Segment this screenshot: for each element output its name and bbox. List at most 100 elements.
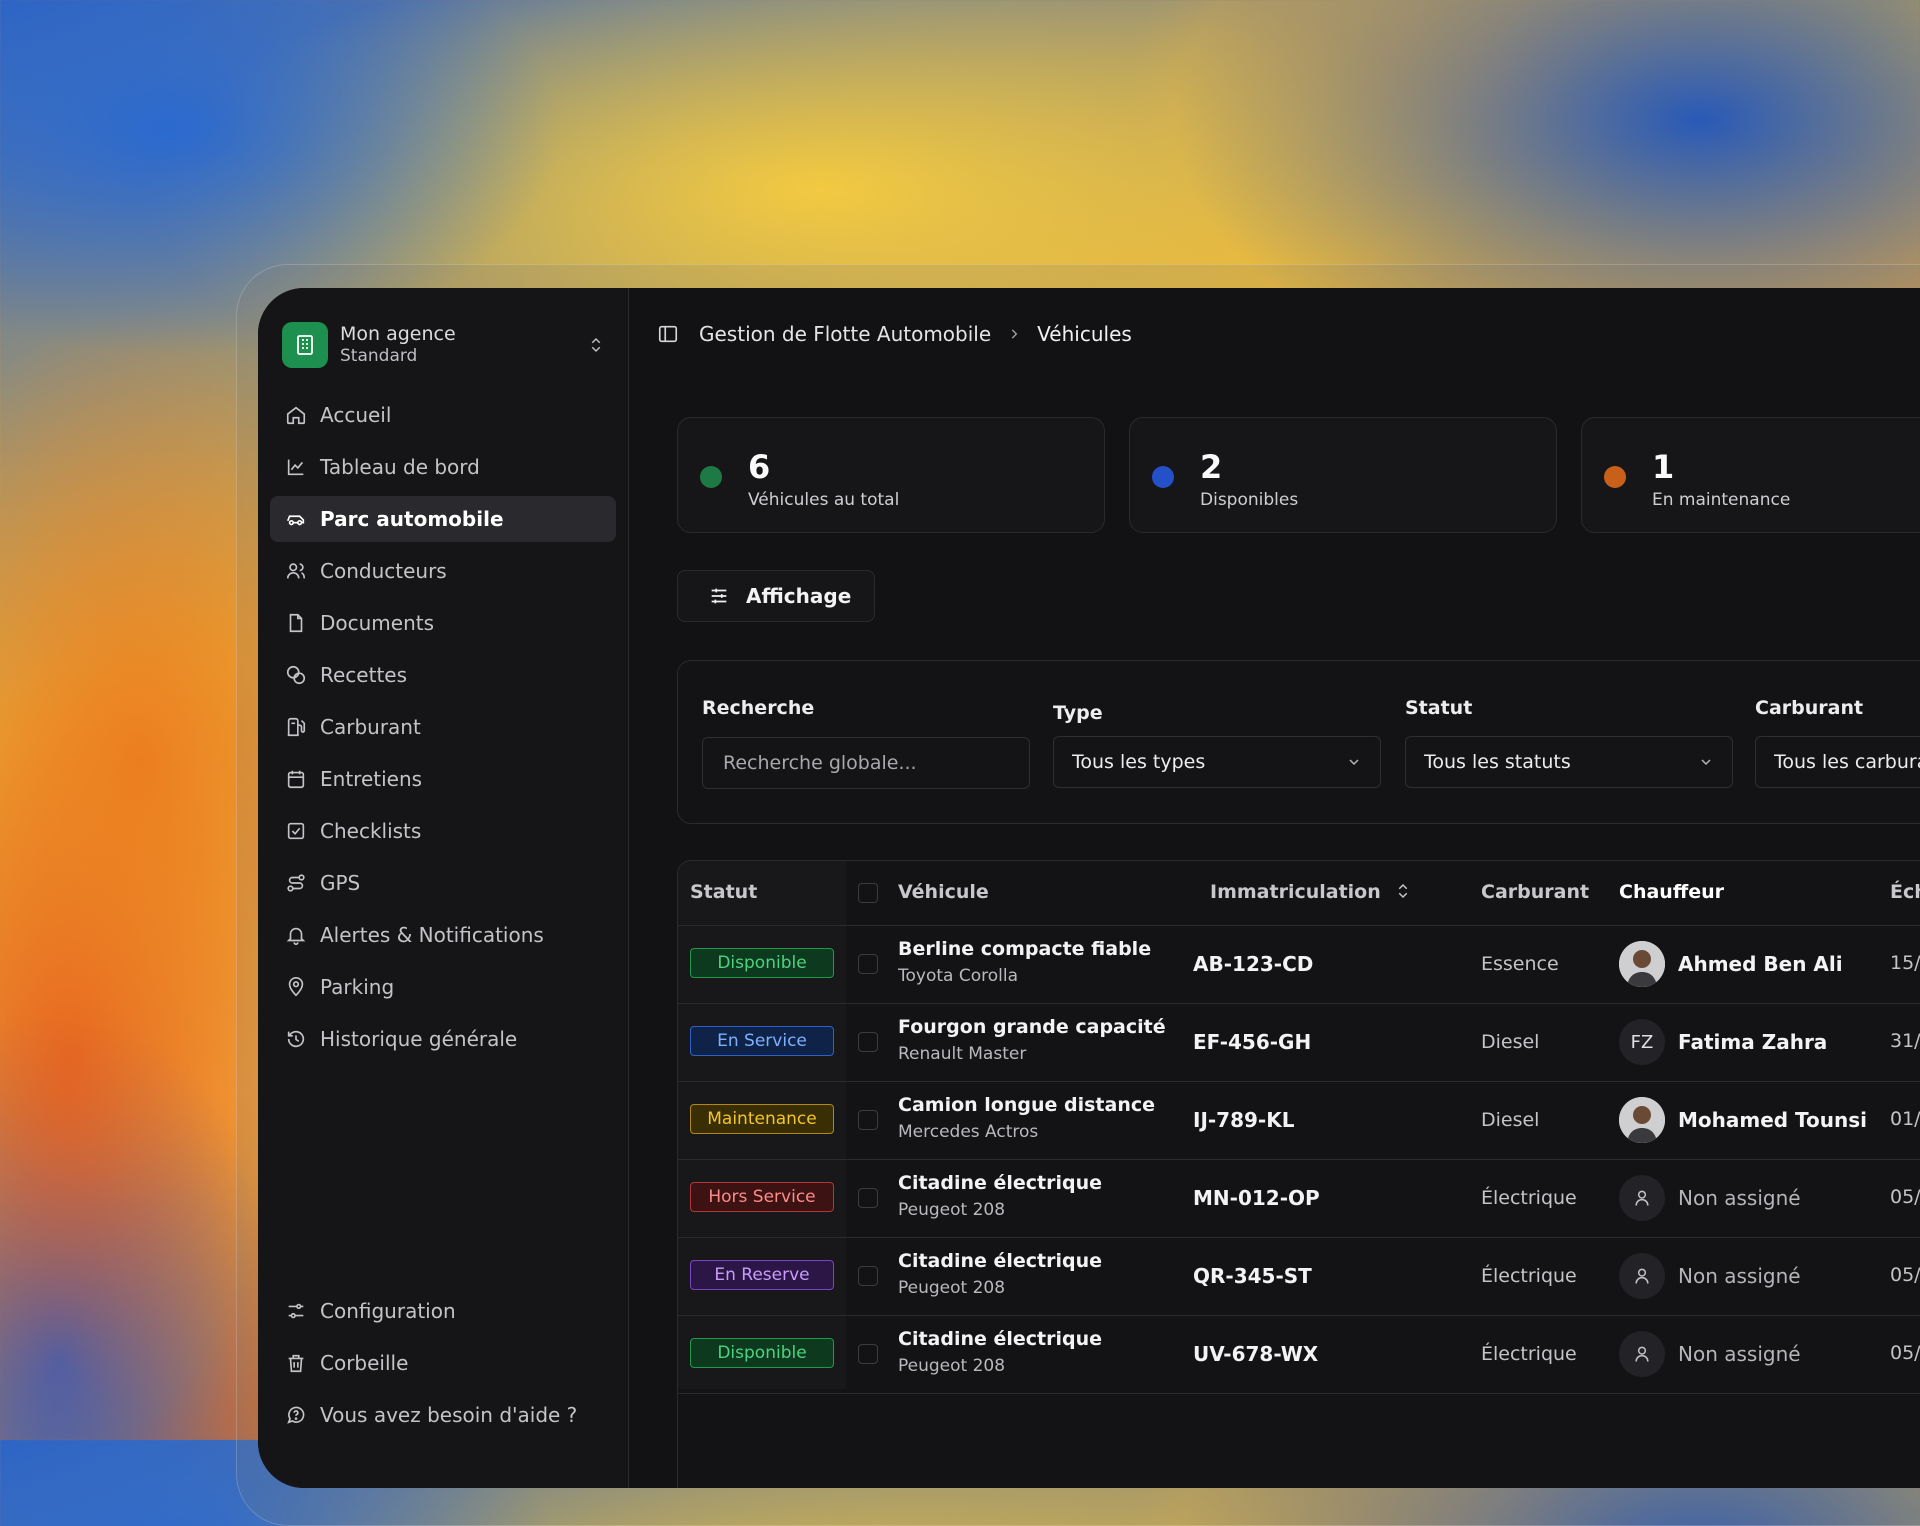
fuel-icon: [284, 715, 308, 739]
table-row[interactable]: Disponible Citadine électrique Peugeot 2…: [678, 1316, 1920, 1394]
driver-name[interactable]: Non assigné: [1678, 1342, 1801, 1366]
header-plate[interactable]: Immatriculation: [1210, 881, 1381, 903]
stat-value: 2: [1200, 448, 1223, 486]
row-checkbox[interactable]: [858, 1188, 878, 1208]
select-all-checkbox[interactable]: [858, 883, 878, 903]
status-label: Statut: [1405, 697, 1473, 719]
search-input[interactable]: [721, 751, 1011, 775]
sidebar-item-documents[interactable]: Documents: [270, 600, 616, 646]
display-options-button[interactable]: Affichage: [677, 570, 875, 622]
sidebar-item-label: Historique générale: [320, 1027, 518, 1051]
vehicle-plate: MN-012-OP: [1193, 1186, 1320, 1210]
sidebar-item-entretiens[interactable]: Entretiens: [270, 756, 616, 802]
row-checkbox[interactable]: [858, 954, 878, 974]
table-row[interactable]: En Service Fourgon grande capacité Renau…: [678, 1004, 1920, 1082]
stat-card-total: 6 Véhicules au total: [677, 417, 1105, 533]
sidebar-item-parking[interactable]: Parking: [270, 964, 616, 1010]
sidebar-item-gps[interactable]: GPS: [270, 860, 616, 906]
driver-avatar: [1619, 941, 1665, 987]
vehicle-name[interactable]: Citadine électrique: [898, 1250, 1102, 1272]
status-badge: Disponible: [690, 948, 834, 978]
status-select[interactable]: Tous les statuts: [1405, 736, 1733, 788]
search-field[interactable]: [702, 737, 1030, 789]
sidebar-item-label: Documents: [320, 611, 435, 635]
vehicle-fuel: Essence: [1481, 953, 1559, 975]
status-dot: [1152, 466, 1174, 488]
vehicle-name[interactable]: Berline compacte fiable: [898, 938, 1151, 960]
stat-card-disponibles: 2 Disponibles: [1129, 417, 1557, 533]
table-row[interactable]: Disponible Berline compacte fiable Toyot…: [678, 926, 1920, 1004]
vehicle-model: Renault Master: [898, 1044, 1027, 1064]
stat-label: Disponibles: [1200, 490, 1299, 510]
row-checkbox[interactable]: [858, 1344, 878, 1364]
sidebar-item-parc-automobile[interactable]: Parc automobile: [270, 496, 616, 542]
breadcrumb-root[interactable]: Gestion de Flotte Automobile: [699, 322, 991, 346]
vehicle-plate: AB-123-CD: [1193, 952, 1314, 976]
type-select[interactable]: Tous les types: [1053, 736, 1381, 788]
sidebar-item-historique[interactable]: Historique générale: [270, 1016, 616, 1062]
sidebar-item-label: Corbeille: [320, 1351, 409, 1375]
table-row[interactable]: Hors Service Citadine électrique Peugeot…: [678, 1160, 1920, 1238]
vehicle-name[interactable]: Camion longue distance: [898, 1094, 1155, 1116]
breadcrumb: Gestion de Flotte Automobile Véhicules: [657, 316, 1132, 352]
header-status[interactable]: Statut: [690, 881, 757, 903]
stat-value: 1: [1652, 448, 1675, 486]
agency-switcher[interactable]: Mon agence Standard: [282, 322, 608, 368]
driver-name[interactable]: Mohamed Tounsi: [1678, 1108, 1867, 1132]
sidebar-item-accueil[interactable]: Accueil: [270, 392, 616, 438]
vehicle-fuel: Diesel: [1481, 1031, 1540, 1053]
vehicle-fuel: Électrique: [1481, 1343, 1577, 1365]
driver-name[interactable]: Non assigné: [1678, 1186, 1801, 1210]
vehicle-name[interactable]: Citadine électrique: [898, 1328, 1102, 1350]
header-fuel[interactable]: Carburant: [1481, 881, 1589, 903]
driver-name[interactable]: Fatima Zahra: [1678, 1030, 1827, 1054]
vehicle-model: Peugeot 208: [898, 1200, 1006, 1220]
sidebar-item-label: Entretiens: [320, 767, 423, 791]
header-next[interactable]: Éch: [1890, 881, 1920, 903]
sidebar-item-label: Parc automobile: [320, 507, 504, 531]
sidebar-item-aide[interactable]: Vous avez besoin d'aide ?: [270, 1392, 616, 1438]
sidebar-item-checklists[interactable]: Checklists: [270, 808, 616, 854]
sidebar-item-alertes[interactable]: Alertes & Notifications: [270, 912, 616, 958]
row-checkbox[interactable]: [858, 1266, 878, 1286]
header-vehicle[interactable]: Véhicule: [898, 881, 989, 903]
table-row[interactable]: Maintenance Camion longue distance Merce…: [678, 1082, 1920, 1160]
row-checkbox[interactable]: [858, 1032, 878, 1052]
status-badge: Hors Service: [690, 1182, 834, 1212]
driver-name[interactable]: Non assigné: [1678, 1264, 1801, 1288]
status-select-value: Tous les statuts: [1424, 751, 1571, 773]
sidebar-item-label: Tableau de bord: [320, 455, 480, 479]
status-badge: En Service: [690, 1026, 834, 1056]
sidebar-toggle-icon[interactable]: [657, 323, 679, 345]
vehicle-model: Toyota Corolla: [898, 966, 1018, 986]
vehicle-name[interactable]: Fourgon grande capacité: [898, 1016, 1166, 1038]
sidebar-item-conducteurs[interactable]: Conducteurs: [270, 548, 616, 594]
file-icon: [284, 611, 308, 635]
vehicle-name[interactable]: Citadine électrique: [898, 1172, 1102, 1194]
sidebar-item-configuration[interactable]: Configuration: [270, 1288, 616, 1334]
sidebar-item-carburant[interactable]: Carburant: [270, 704, 616, 750]
sort-icon[interactable]: [1394, 880, 1412, 906]
sidebar-item-label: Alertes & Notifications: [320, 923, 544, 947]
chevron-down-icon: [1701, 759, 1711, 766]
sidebar-item-corbeille[interactable]: Corbeille: [270, 1340, 616, 1386]
users-icon: [284, 559, 308, 583]
sidebar-item-label: Recettes: [320, 663, 408, 687]
vehicles-table: Statut Véhicule Immatriculation Carburan…: [677, 860, 1920, 1488]
driver-name[interactable]: Ahmed Ben Ali: [1678, 952, 1843, 976]
display-options-label: Affichage: [746, 584, 852, 608]
row-checkbox[interactable]: [858, 1110, 878, 1130]
agency-name: Mon agence: [340, 323, 456, 345]
sidebar: Mon agence Standard Accueil Tableau de b…: [258, 288, 629, 1488]
sidebar-item-recettes[interactable]: Recettes: [270, 652, 616, 698]
header-driver[interactable]: Chauffeur: [1619, 881, 1724, 903]
calendar-icon: [284, 767, 308, 791]
sidebar-item-label: Accueil: [320, 403, 392, 427]
sidebar-item-tableau-de-bord[interactable]: Tableau de bord: [270, 444, 616, 490]
chevrons-up-down-icon[interactable]: [584, 333, 608, 357]
user-icon: [1619, 1253, 1665, 1299]
sidebar-item-label: Parking: [320, 975, 395, 999]
table-row[interactable]: En Reserve Citadine électrique Peugeot 2…: [678, 1238, 1920, 1316]
fuel-select[interactable]: Tous les carbura: [1755, 736, 1920, 788]
stat-card-maintenance: 1 En maintenance: [1581, 417, 1920, 533]
